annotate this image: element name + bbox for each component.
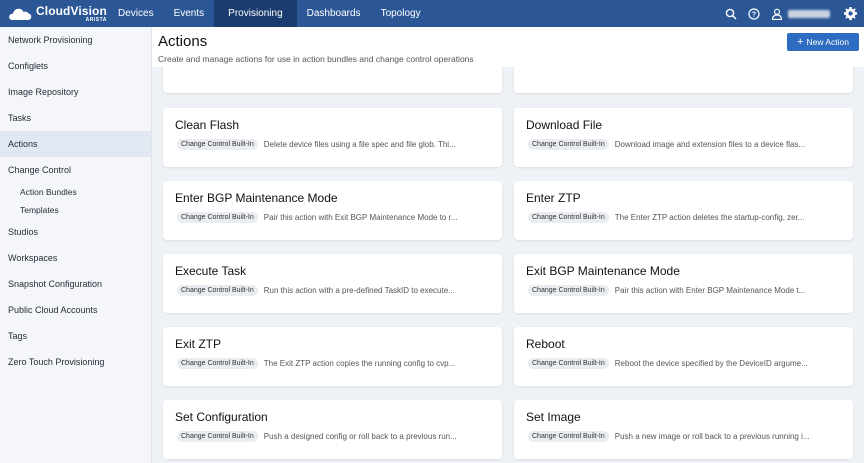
tab-dashboards[interactable]: Dashboards [297,0,371,27]
card-badge: Change Control Built-In [177,212,258,223]
action-card-clean-flash[interactable]: Clean Flash Change Control Built-In Delet… [163,108,502,167]
action-card-reboot[interactable]: Reboot Change Control Built-In Reboot the… [514,327,853,386]
card-title: Set Configuration [175,410,268,424]
tab-topology[interactable]: Topology [371,0,431,27]
sidebar: Network Provisioning Configlets Image Re… [0,27,152,463]
card-title: Clean Flash [175,118,240,132]
sidebar-item-public-cloud-accounts[interactable]: Public Cloud Accounts [0,297,151,323]
sidebar-item-configlets[interactable]: Configlets [0,53,151,79]
search-icon[interactable] [724,7,738,21]
sidebar-item-tasks[interactable]: Tasks [0,105,151,131]
card-title: Enter BGP Maintenance Mode [175,191,338,205]
card-badge: Change Control Built-In [528,431,609,442]
sidebar-item-studios[interactable]: Studios [0,219,151,245]
sidebar-item-templates[interactable]: Templates [0,201,151,219]
action-card-enter-ztp[interactable]: Enter ZTP Change Control Built-In The Ent… [514,181,853,240]
card-description: Push a designed config or roll back to a… [263,432,457,441]
card-title: Execute Task [175,264,247,278]
card-title: Exit BGP Maintenance Mode [526,264,680,278]
action-card-enter-bgp-maintenance-mode[interactable]: Enter BGP Maintenance Mode Change Contro… [163,181,502,240]
tab-events[interactable]: Events [164,0,215,27]
card-description: The Exit ZTP action copies the running c… [263,359,456,368]
user-name-redacted[interactable] [788,9,830,18]
sidebar-item-zero-touch-provisioning[interactable]: Zero Touch Provisioning [0,349,151,375]
new-action-label: New Action [806,37,849,47]
main-content: Actions Create and manage actions for us… [152,27,864,463]
card-title: Enter ZTP [526,191,581,205]
card-badge: Change Control Built-In [177,431,258,442]
action-card-set-configuration[interactable]: Set Configuration Change Control Built-I… [163,400,502,459]
card-description: Reboot the device specified by the Devic… [614,359,808,368]
card-description: Delete device files using a file spec an… [263,140,456,149]
card-description: Push a new image or roll back to a previ… [614,432,810,441]
card-badge: Change Control Built-In [528,212,609,223]
settings-gear-icon[interactable] [842,6,858,22]
page-header: Actions Create and manage actions for us… [152,27,864,67]
sidebar-item-change-control[interactable]: Change Control [0,157,151,183]
card-title: Exit ZTP [175,337,222,351]
cloud-logo-icon [9,8,32,20]
main-nav: Devices Events Provisioning Dashboards T… [108,0,431,27]
action-card-execute-task[interactable]: Execute Task Change Control Built-In Run … [163,254,502,313]
card-badge: Change Control Built-In [528,285,609,296]
help-icon[interactable]: ? [747,7,761,21]
sidebar-item-tags[interactable]: Tags [0,323,151,349]
card-description: Pair this action with Enter BGP Maintena… [614,286,806,295]
brand-name: CloudVision [36,3,107,18]
sidebar-item-network-provisioning[interactable]: Network Provisioning [0,27,151,53]
top-nav-bar: CloudVision ARISTA Devices Events Provis… [0,0,864,27]
sidebar-item-image-repository[interactable]: Image Repository [0,79,151,105]
sidebar-item-actions[interactable]: Actions [0,131,151,157]
action-card-download-file[interactable]: Download File Change Control Built-In Dow… [514,108,853,167]
page-description: Create and manage actions for use in act… [158,54,474,64]
card-badge: Change Control Built-In [177,285,258,296]
plus-icon: + [797,35,804,48]
page-title: Actions [158,33,208,50]
action-card-exit-ztp[interactable]: Exit ZTP Change Control Built-In The Exit… [163,327,502,386]
card-description: The Enter ZTP action deletes the startup… [614,213,805,222]
card-badge: Change Control Built-In [528,139,609,150]
card-description: Run this action with a pre-defined TaskI… [263,286,455,295]
nav-actions: ? [715,0,864,27]
card-badge: Change Control Built-In [177,139,258,150]
card-badge: Change Control Built-In [528,358,609,369]
svg-text:?: ? [752,11,756,18]
card-title: Set Image [526,410,581,424]
sidebar-item-snapshot-configuration[interactable]: Snapshot Configuration [0,271,151,297]
brand-sub: ARISTA [85,16,107,23]
tab-devices[interactable]: Devices [108,0,164,27]
user-icon[interactable] [770,7,784,21]
action-card-exit-bgp-maintenance-mode[interactable]: Exit BGP Maintenance Mode Change Control… [514,254,853,313]
tab-provisioning[interactable]: Provisioning [214,0,297,27]
card-title: Download File [526,118,603,132]
action-card-set-image[interactable]: Set Image Change Control Built-In Push a … [514,400,853,459]
sidebar-item-action-bundles[interactable]: Action Bundles [0,183,151,201]
card-description: Pair this action with Exit BGP Maintenan… [263,213,458,222]
sidebar-item-workspaces[interactable]: Workspaces [0,245,151,271]
cloudvision-logo[interactable]: CloudVision ARISTA [0,0,108,27]
card-badge: Change Control Built-In [177,358,258,369]
card-description: Download image and extension files to a … [614,140,806,149]
new-action-button[interactable]: + New Action [787,33,859,51]
card-title: Reboot [526,337,565,351]
